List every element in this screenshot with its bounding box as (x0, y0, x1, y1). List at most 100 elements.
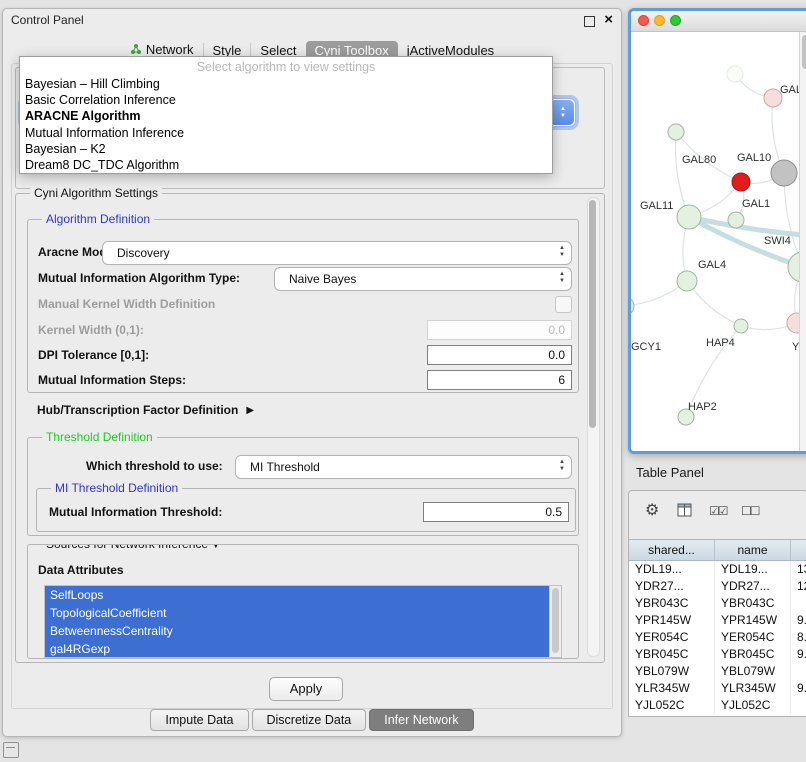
float-window-icon[interactable] (584, 16, 595, 27)
kernel-width-field[interactable]: 0.0 (427, 320, 572, 340)
cell-extra: 13 (791, 561, 806, 578)
cell-extra (791, 595, 806, 612)
close-traffic-light[interactable] (638, 15, 649, 26)
tab-infer-network[interactable]: Infer Network (369, 709, 473, 731)
tab-discretize-data[interactable]: Discretize Data (252, 709, 367, 731)
cell-shared-name: YLR345W (629, 680, 715, 697)
network-window-titlebar[interactable] (631, 11, 806, 32)
table-row[interactable]: YBR045C YBR045C 9. (629, 646, 806, 663)
table-row[interactable]: YJL052C YJL052C (629, 697, 806, 714)
combo-stepper-icon: ▲▼ (552, 100, 574, 125)
attribute-list-item[interactable]: TopologicalCoefficient (45, 604, 549, 622)
hub-definition-toggle[interactable]: Hub/Transcription Factor Definition ▶ (37, 403, 254, 417)
graph-node[interactable] (727, 66, 743, 82)
dropdown-item[interactable]: Bayesian – K2 (20, 141, 552, 157)
network-canvas[interactable]: GAL80GAL80GAL10GAL11GAL1SWI4GAL4GCY1HAP4… (631, 32, 806, 451)
mi-type-combo[interactable]: Naive Bayes ▲▼ (274, 267, 572, 291)
manual-kernel-label: Manual Kernel Width Definition (38, 297, 215, 311)
table-panel-window: ⚙ ☑☑ ☐☐ shared... name YDL19... YDL19...… (628, 490, 806, 717)
dropdown-item[interactable]: Bayesian – Hill Climbing (20, 76, 552, 92)
window-title: Control Panel (11, 13, 84, 27)
chevron-right-icon: ▶ (246, 405, 254, 416)
select-all-icon[interactable]: ☑☑ (709, 504, 727, 518)
table-row[interactable]: YPR145W YPR145W 9. (629, 612, 806, 629)
table-body: YDL19... YDL19... 13 YDR27... YDR27... 1… (629, 561, 806, 714)
combo-stepper-icon: ▲▼ (559, 271, 565, 285)
dropdown-item[interactable]: Mutual Information Inference (20, 125, 552, 141)
tab-network-label: Network (146, 42, 194, 57)
graph-node[interactable] (668, 124, 684, 140)
graph-node[interactable] (734, 319, 748, 333)
settings-scrollbar[interactable] (587, 197, 600, 657)
mi-threshold-label: Mutual Information Threshold: (49, 505, 222, 519)
attribute-list-item[interactable]: gal4RGexp (45, 640, 549, 658)
cell-shared-name: YBL079W (629, 663, 715, 680)
graph-node[interactable] (771, 160, 797, 186)
cell-name: YDR27... (715, 578, 791, 595)
graph-node[interactable] (631, 297, 634, 315)
table-row[interactable]: YER054C YER054C 8. (629, 629, 806, 646)
graph-node[interactable] (732, 173, 750, 191)
node-label: GAL1 (742, 198, 770, 210)
list-scrollbar-thumb[interactable] (552, 588, 559, 653)
control-panel-window: Control Panel × Network Style Select Cyn… (2, 8, 622, 737)
node-label: GAL4 (698, 259, 726, 271)
table-row[interactable]: YBL079W YBL079W (629, 663, 806, 680)
tab-impute-data[interactable]: Impute Data (150, 709, 248, 731)
settings-scrollbar-thumb[interactable] (589, 200, 596, 428)
table-header: shared... name (629, 539, 806, 561)
apply-button[interactable]: Apply (269, 677, 343, 701)
attribute-list-item[interactable]: SelfLoops (45, 586, 549, 604)
mi-threshold-field[interactable]: 0.5 (423, 502, 569, 522)
data-attributes-label: Data Attributes (38, 563, 124, 577)
close-icon[interactable]: × (604, 11, 613, 28)
hub-definition-label: Hub/Transcription Factor Definition (37, 403, 238, 417)
node-label: HAP4 (706, 337, 735, 349)
minimize-traffic-light[interactable] (654, 15, 665, 26)
table-panel-title: Table Panel (636, 465, 704, 480)
add-column-icon[interactable] (677, 503, 693, 520)
list-scrollbar[interactable] (549, 586, 561, 657)
algorithm-dropdown-popup: Select algorithm to view settings Bayesi… (19, 56, 553, 174)
network-scrollbar-thumb[interactable] (802, 35, 806, 69)
bottom-tabbar: Impute Data Discretize Data Infer Networ… (3, 709, 621, 731)
which-threshold-value: MI Threshold (250, 460, 320, 474)
column-header-extra[interactable] (791, 540, 806, 560)
mi-steps-label: Mutual Information Steps: (38, 373, 186, 387)
manual-kernel-checkbox[interactable] (555, 296, 572, 313)
which-threshold-combo[interactable]: MI Threshold ▲▼ (235, 455, 572, 479)
dropdown-item[interactable]: ARACNE Algorithm (20, 108, 552, 124)
table-row[interactable]: YDR27... YDR27... 12 (629, 578, 806, 595)
graph-edge[interactable] (687, 281, 741, 326)
mi-threshold-title: MI Threshold Definition (51, 481, 182, 495)
dropdown-item[interactable]: Dream8 DC_TDC Algorithm (20, 157, 552, 173)
sources-group: Sources for Network Inference ▼ Data Att… (27, 544, 579, 659)
cell-shared-name: YDL19... (629, 561, 715, 578)
graph-node[interactable] (677, 205, 701, 229)
table-row[interactable]: YBR043C YBR043C (629, 595, 806, 612)
table-row[interactable]: YLR345W YLR345W 9. (629, 680, 806, 697)
graph-node[interactable] (728, 212, 744, 228)
threshold-definition-title: Threshold Definition (42, 430, 157, 444)
zoom-traffic-light[interactable] (670, 15, 681, 26)
dropdown-item[interactable]: Basic Correlation Inference (20, 92, 552, 108)
threshold-definition-group: Threshold Definition Which threshold to … (27, 437, 579, 536)
gear-icon[interactable]: ⚙ (645, 500, 659, 520)
cell-name: YPR145W (715, 612, 791, 629)
panel-grip-icon[interactable] (3, 742, 19, 758)
column-header-name[interactable]: name (715, 540, 791, 560)
attribute-list-item[interactable]: BetweennessCentrality (45, 622, 549, 640)
aracne-mode-combo[interactable]: Discovery ▲▼ (102, 241, 572, 265)
cell-extra: 12 (791, 578, 806, 595)
table-row[interactable]: YDL19... YDL19... 13 (629, 561, 806, 578)
network-scrollbar[interactable] (799, 32, 806, 451)
mi-steps-field[interactable]: 6 (427, 370, 572, 390)
sources-title[interactable]: Sources for Network Inference ▼ (42, 544, 224, 551)
node-label: GAL80 (682, 154, 716, 166)
deselect-all-icon[interactable]: ☐☐ (741, 504, 759, 518)
dpi-tolerance-field[interactable]: 0.0 (427, 345, 572, 365)
node-label: GCY1 (631, 341, 661, 353)
attributes-list: SelfLoops TopologicalCoefficient Between… (45, 586, 561, 658)
column-header-shared[interactable]: shared... (629, 540, 715, 560)
graph-node[interactable] (677, 271, 697, 291)
